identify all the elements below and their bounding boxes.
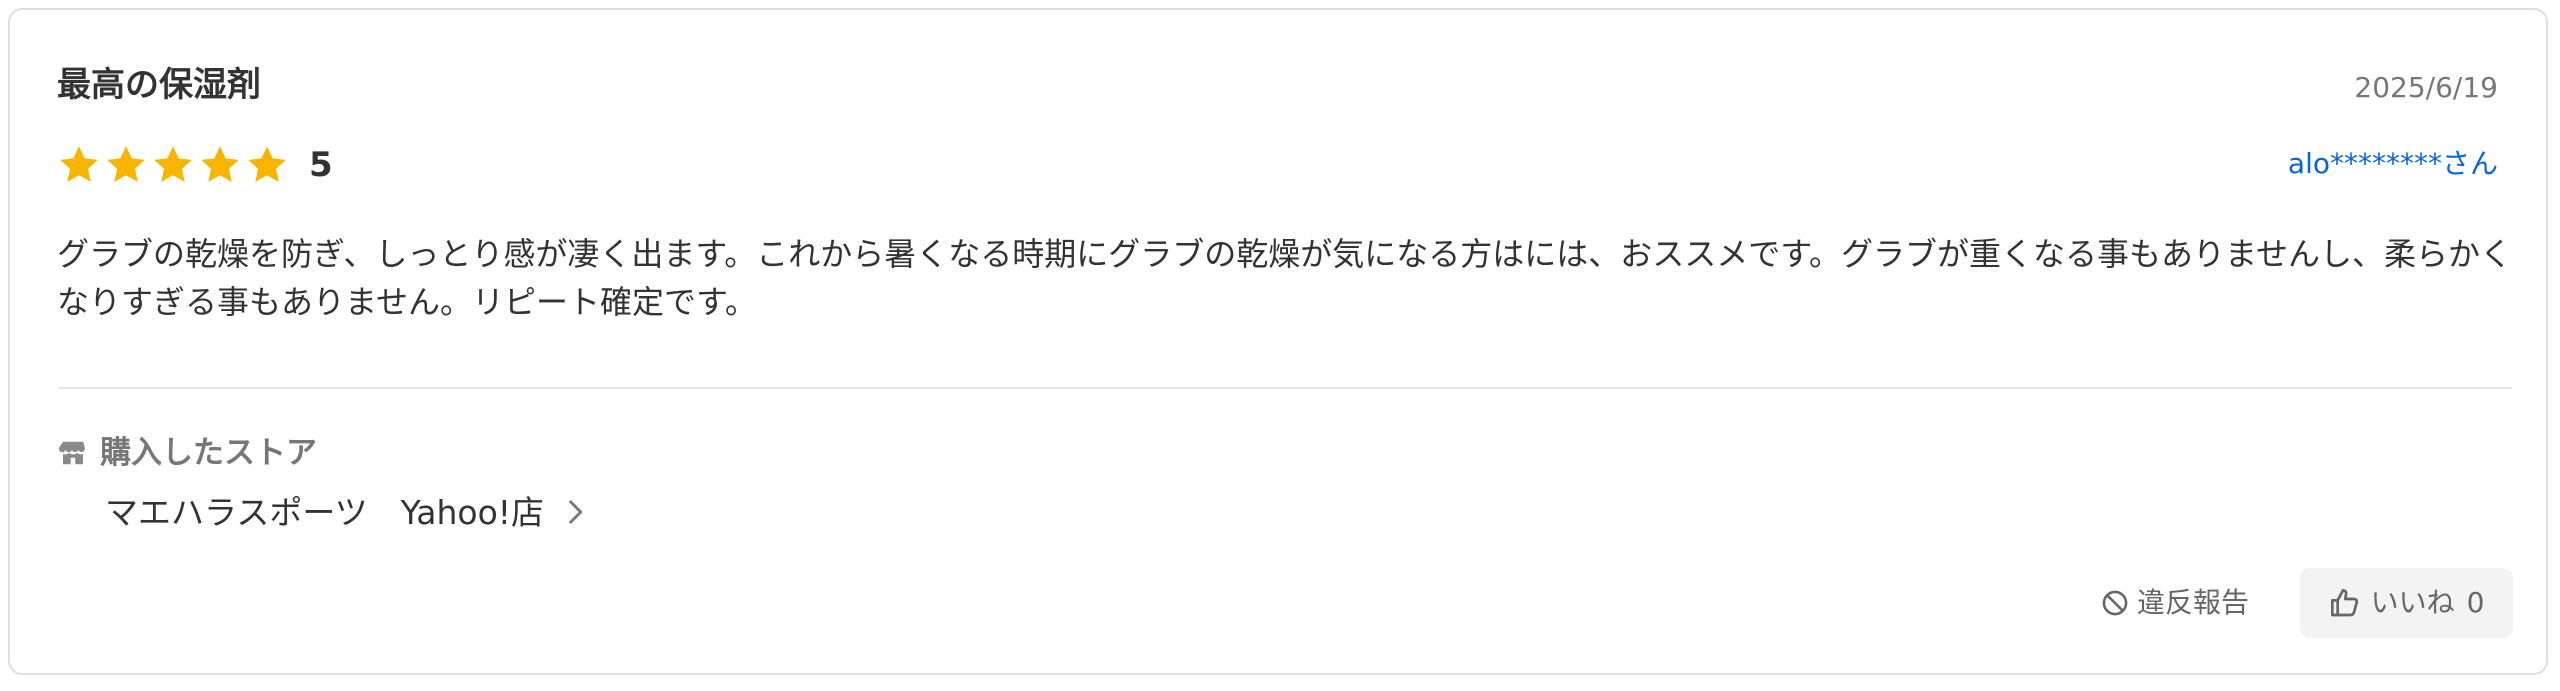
prohibit-icon <box>2102 590 2128 616</box>
store-name: マエハラスポーツ Yahoo!店 <box>105 492 545 532</box>
store-heading: 購入したストア <box>58 433 317 473</box>
star-icon <box>248 146 286 182</box>
review-body: グラブの乾燥を防ぎ、しっとり感が凄く出ます。これから暑くなる時期にグラブの乾燥が… <box>57 235 2513 321</box>
star-icon <box>201 146 239 182</box>
like-button[interactable]: いいね 0 <box>2300 568 2513 638</box>
rating: 5 <box>57 140 333 190</box>
review-date: 2025/6/19 <box>2354 71 2498 104</box>
divider <box>58 387 2512 389</box>
report-button[interactable]: 違反報告 <box>2090 568 2260 638</box>
chevron-right-icon <box>569 500 583 524</box>
thumbs-up-icon <box>2330 589 2358 617</box>
reviewer-name-link[interactable]: alo********さん <box>2288 150 2498 178</box>
store-heading-label: 購入したストア <box>100 434 317 471</box>
like-label: いいね <box>2370 586 2455 619</box>
review-card: 最高の保湿剤 2025/6/19 5 alo********さん グラブの乾燥を… <box>8 8 2548 675</box>
star-icon <box>154 146 192 182</box>
store-icon <box>58 441 85 465</box>
rating-value: 5 <box>309 145 333 185</box>
report-label: 違反報告 <box>2136 586 2249 619</box>
star-icon <box>60 146 98 182</box>
star-icon <box>107 146 145 182</box>
star-rating <box>57 143 292 187</box>
review-title: 最高の保湿剤 <box>57 65 261 105</box>
store-link[interactable]: マエハラスポーツ Yahoo!店 <box>105 488 584 536</box>
like-count: 0 <box>2466 586 2485 619</box>
